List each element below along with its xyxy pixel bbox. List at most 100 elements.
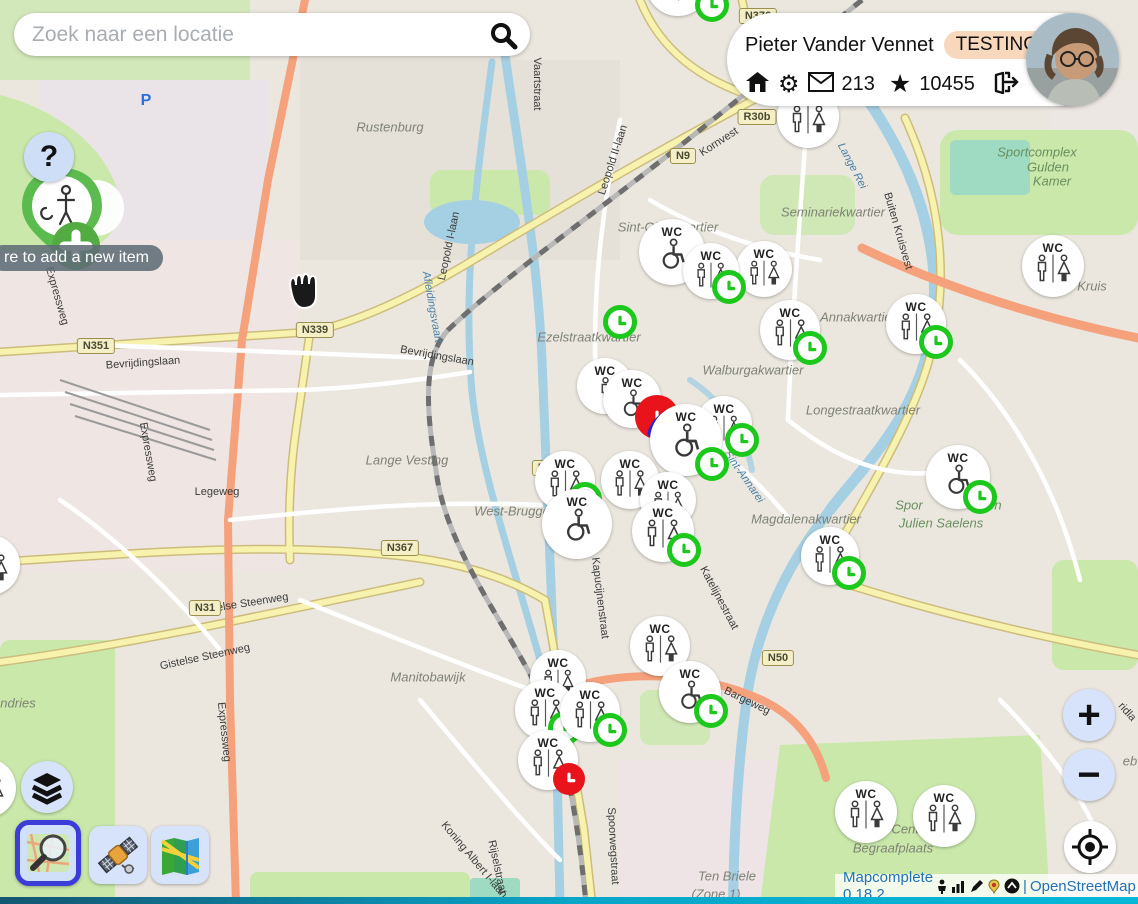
toilet-marker[interactable]: WC — [801, 527, 859, 585]
logout-icon[interactable] — [993, 70, 1019, 99]
opening-hours-badge — [712, 270, 746, 304]
wheelchair-pictogram-icon — [560, 508, 595, 548]
marker-wc-label: WC — [622, 377, 643, 389]
crosshair-icon — [1071, 828, 1109, 866]
location-search-bar[interactable] — [14, 13, 530, 56]
star-icon[interactable]: ★ — [889, 69, 911, 99]
mw-pictogram-icon — [643, 635, 678, 670]
opening-hours-badge — [694, 694, 728, 728]
mw-pictogram-icon — [0, 777, 4, 812]
search-input[interactable] — [14, 23, 488, 47]
background-style-map-button[interactable] — [151, 826, 209, 884]
marker-wc-label: WC — [906, 301, 927, 313]
marker-wc-label: WC — [535, 687, 556, 699]
marker-wc-label: WC — [676, 411, 697, 423]
edit-icon[interactable] — [969, 879, 984, 894]
bottom-progress-bar — [0, 897, 1138, 904]
opening-hours-badge — [667, 533, 701, 567]
mapcomplete-app: Brugge-Sint-PietersRustenburgSint-Gillis… — [0, 0, 1138, 904]
surveyor-icon[interactable] — [936, 879, 948, 894]
marker-wc-label: WC — [754, 248, 775, 260]
marker-wc-label: WC — [548, 657, 569, 669]
opening-hours-badge — [725, 423, 759, 457]
statistics-icon[interactable] — [951, 879, 966, 893]
attribution-separator: | — [1023, 878, 1027, 895]
wheelchair-toilet-marker[interactable]: WC — [650, 404, 722, 476]
marker-wc-label: WC — [650, 623, 671, 635]
opening-hours-badge — [603, 305, 637, 339]
mw-pictogram-icon — [1035, 254, 1071, 290]
wheelchair-toilet-marker[interactable]: WC — [926, 445, 990, 509]
toilet-marker[interactable]: WC — [518, 730, 578, 790]
marker-wc-label: WC — [856, 788, 877, 800]
zoom-out-button[interactable]: − — [1063, 749, 1115, 801]
wheelchair-toilet-marker[interactable]: WC — [542, 489, 612, 559]
opening-hours-badge — [695, 447, 729, 481]
mw-pictogram-icon — [660, 0, 697, 8]
help-label: ? — [40, 140, 58, 174]
toilet-marker[interactable]: WC — [886, 294, 946, 354]
opening-hours-badge — [832, 556, 866, 590]
marker-wc-label: WC — [680, 668, 701, 680]
home-icon[interactable] — [745, 70, 770, 99]
satellite-style-icon — [96, 833, 140, 877]
marker-wc-label: WC — [780, 307, 801, 319]
mastodon-icon[interactable] — [1004, 878, 1020, 894]
zoom-in-button[interactable]: + — [1063, 689, 1115, 741]
add-item-tooltip: re to add a new item — [0, 245, 163, 271]
toilet-marker[interactable]: WC — [1022, 235, 1084, 297]
changes-count[interactable]: 10455 — [919, 73, 975, 96]
zoom-in-label: + — [1077, 693, 1100, 738]
marker-wc-label: WC — [538, 737, 559, 749]
marker-wc-label: WC — [701, 250, 722, 262]
toilet-marker[interactable]: WC — [0, 535, 20, 595]
background-style-osm-carto-button[interactable] — [15, 820, 81, 886]
toilet-marker[interactable]: WC — [760, 300, 820, 360]
gear-icon[interactable]: ⚙ — [778, 70, 800, 99]
toilet-marker[interactable]: WC — [632, 500, 694, 562]
opening-hours-badge — [793, 331, 827, 365]
marker-wc-label: WC — [653, 507, 674, 519]
toilet-marker[interactable]: WC — [835, 781, 897, 843]
mw-pictogram-icon — [926, 804, 962, 840]
mw-pictogram-icon — [790, 105, 826, 141]
mw-pictogram-icon — [848, 800, 884, 836]
search-icon[interactable] — [488, 20, 518, 50]
opening-hours-badge — [593, 713, 627, 747]
marker-wc-label: WC — [0, 542, 1, 554]
attribution-bar: Mapcomplete 0.18.2 | OpenStreetMap — [835, 874, 1138, 898]
help-button[interactable]: ? — [24, 132, 74, 182]
marker-wc-label: WC — [820, 534, 841, 546]
marker-wc-label: WC — [567, 496, 588, 508]
opening-hours-badge — [695, 0, 729, 22]
background-style-satellite-button[interactable] — [89, 826, 147, 884]
user-avatar[interactable] — [1026, 13, 1119, 106]
toilet-marker[interactable]: WC — [683, 243, 739, 299]
toilet-marker[interactable]: WC — [913, 785, 975, 847]
wheelchair-toilet-marker[interactable]: WC — [659, 661, 721, 723]
messages-count[interactable]: 213 — [842, 73, 875, 96]
envelope-icon[interactable] — [808, 72, 834, 97]
marker-wc-label: WC — [580, 689, 601, 701]
marker-wc-label: WC — [1043, 242, 1064, 254]
osm-carto-style-icon — [25, 830, 71, 876]
opening-hours-closed-badge — [553, 763, 585, 795]
toilet-marker[interactable]: WC — [0, 758, 16, 818]
zoom-out-label: − — [1077, 753, 1100, 798]
mw-pictogram-icon — [748, 260, 780, 293]
geolocate-button[interactable] — [1064, 821, 1116, 873]
marker-wc-label: WC — [595, 365, 616, 377]
toilet-marker[interactable]: WC — [560, 682, 620, 742]
opening-hours-badge — [919, 325, 953, 359]
mw-pictogram-icon — [0, 554, 8, 589]
marker-wc-label: WC — [555, 458, 576, 470]
layers-button[interactable] — [21, 761, 73, 813]
map-markers-layer: WC WC WC WC WC WC WC WC WC WC WC WC WC WC WC WC WC WC WC WC… — [0, 0, 1138, 904]
layers-icon — [29, 769, 65, 805]
marker-wc-label: WC — [662, 226, 683, 238]
theme-logo-icon — [987, 879, 1001, 894]
opening-hours-badge — [963, 480, 997, 514]
folded-map-style-icon — [158, 833, 202, 877]
osm-attribution-link[interactable]: OpenStreetMap — [1030, 878, 1136, 895]
marker-wc-label: WC — [934, 792, 955, 804]
